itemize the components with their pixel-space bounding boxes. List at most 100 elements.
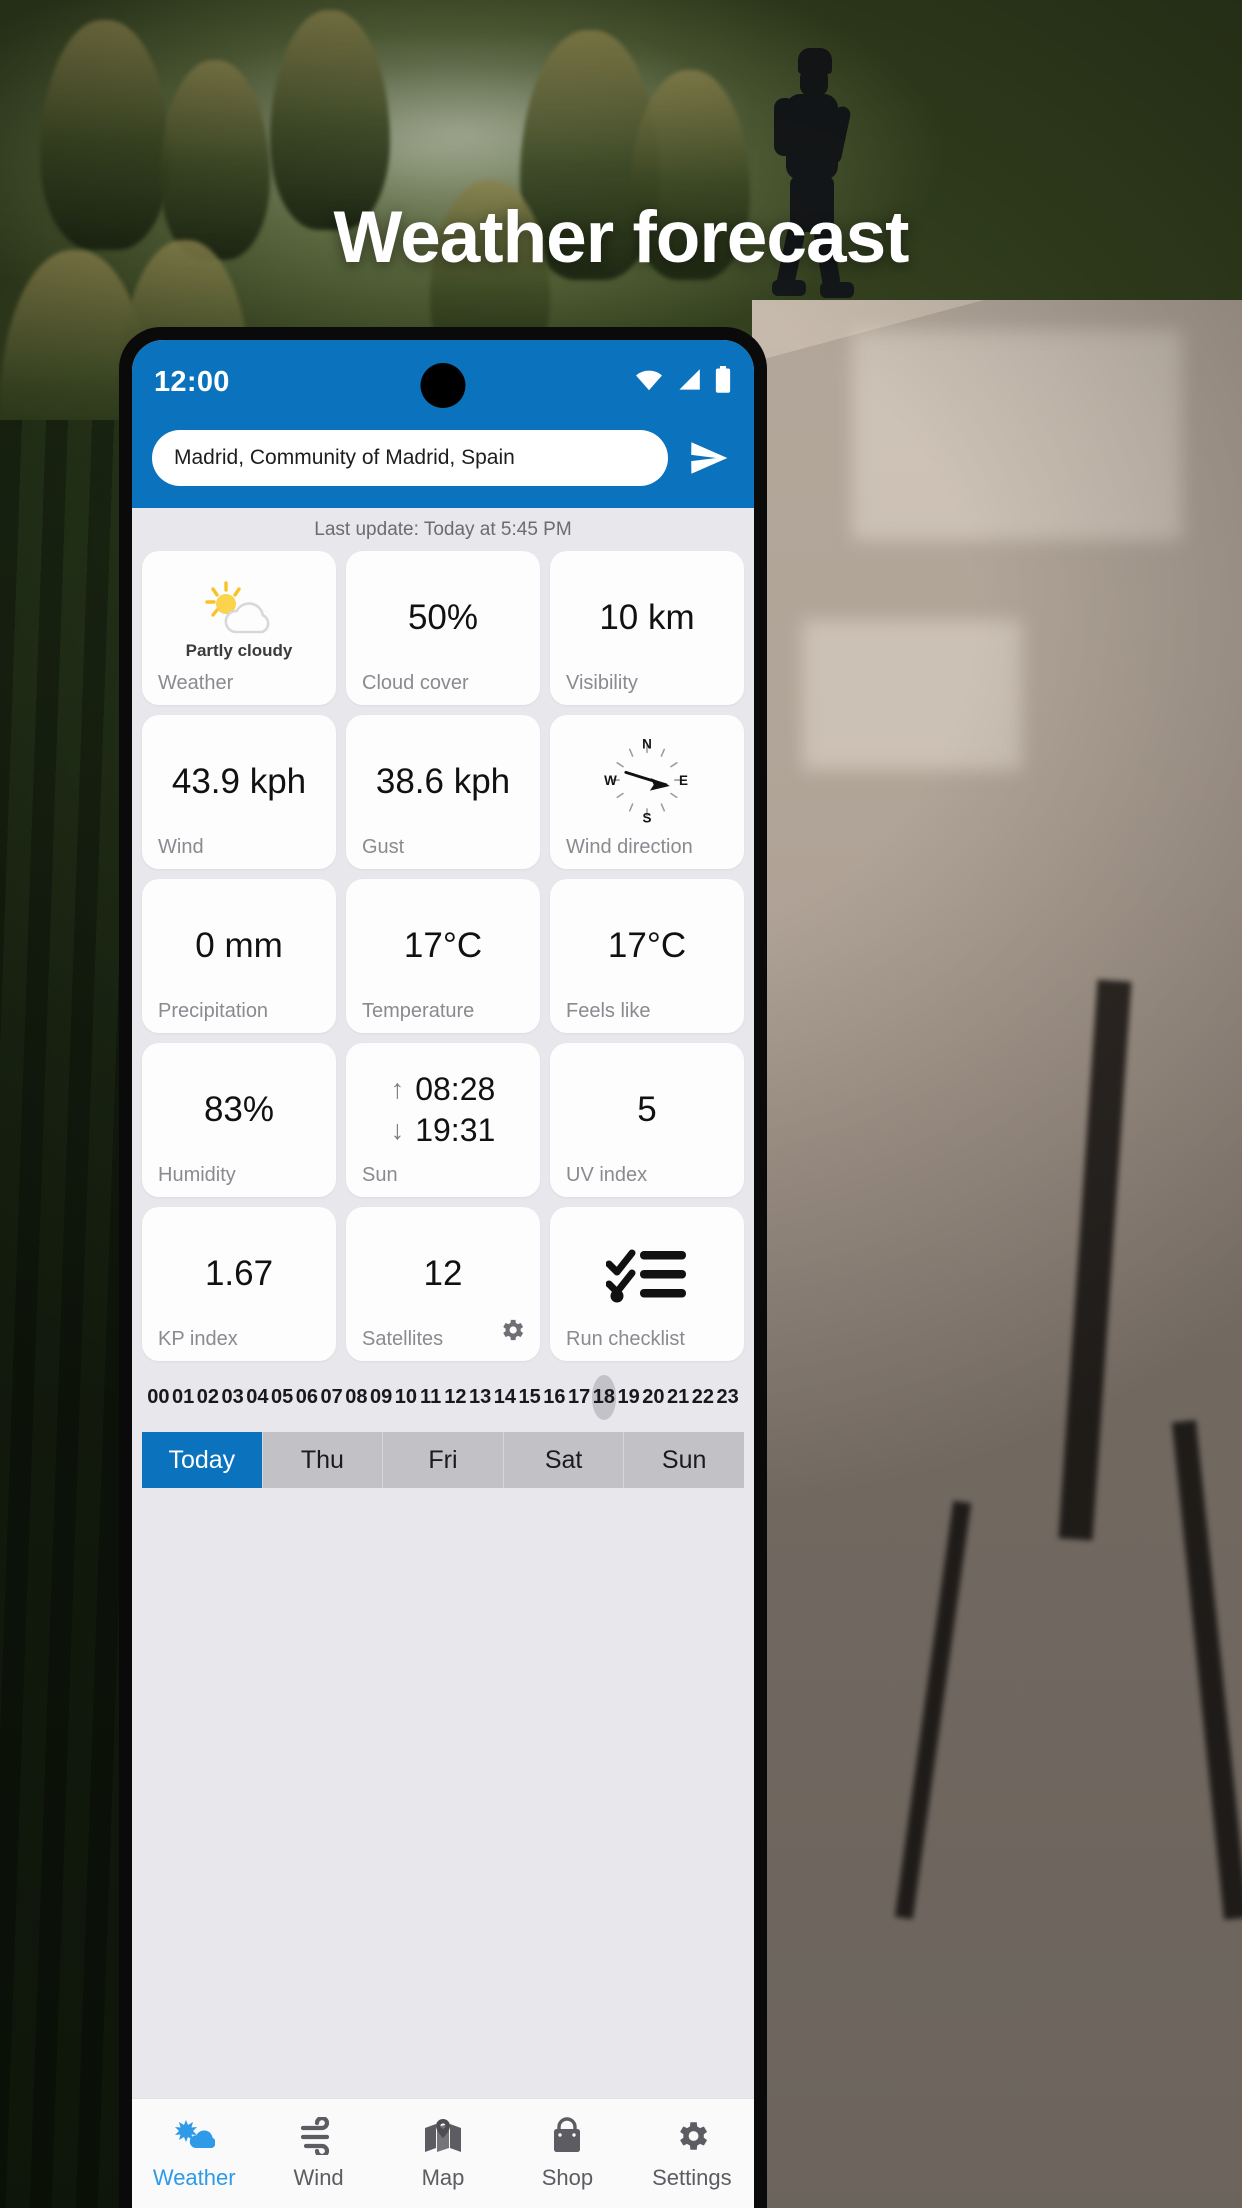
day-tabs[interactable]: Today Thu Fri Sat Sun: [132, 1432, 754, 1488]
status-bar: 12:00: [132, 340, 754, 424]
hour-16[interactable]: 16: [542, 1375, 567, 1420]
card-run-checklist[interactable]: Run checklist: [550, 1207, 744, 1361]
bottom-navigation: Weather Wind Map Shop Settings: [132, 2098, 754, 2208]
card-label: Sun: [362, 1164, 398, 1186]
nav-item-shop[interactable]: Shop: [505, 2116, 629, 2191]
day-tab-fri[interactable]: Fri: [383, 1432, 504, 1488]
card-label: Temperature: [362, 1000, 475, 1022]
card-label: UV index: [566, 1164, 648, 1186]
send-location-icon[interactable]: [684, 433, 734, 483]
sun-cloud-icon: [173, 2117, 216, 2160]
nav-label: Settings: [652, 2164, 732, 2190]
card-wind-direction[interactable]: N E S W Wind direction: [550, 715, 744, 869]
hour-21[interactable]: 21: [666, 1375, 691, 1420]
card-label: Visibility: [566, 672, 638, 694]
card-label: KP index: [158, 1328, 238, 1350]
card-kp-index[interactable]: 1.67 KP index: [142, 1207, 336, 1361]
card-humidity[interactable]: 83% Humidity: [142, 1043, 336, 1197]
day-tab-sun[interactable]: Sun: [624, 1432, 744, 1488]
card-gust[interactable]: 38.6 kph Gust: [346, 715, 540, 869]
compass-north-label: N: [642, 736, 652, 751]
card-satellites[interactable]: 12 Satellites: [346, 1207, 540, 1361]
card-value: 38.6 kph: [375, 761, 511, 801]
hour-22[interactable]: 22: [691, 1375, 716, 1420]
hour-14[interactable]: 14: [493, 1375, 518, 1420]
nav-label: Shop: [541, 2164, 594, 2190]
arrow-up-icon: ↑: [390, 1074, 405, 1104]
sunrise-time: 08:28: [415, 1071, 496, 1107]
card-cloud-cover[interactable]: 50% Cloud cover: [346, 551, 540, 705]
hour-19[interactable]: 19: [616, 1375, 641, 1420]
search-input[interactable]: [152, 430, 668, 486]
compass-needle: [624, 770, 671, 791]
card-label: Weather: [158, 672, 234, 694]
card-value: 83%: [203, 1089, 275, 1129]
last-update-text: Last update: Today at 5:45 PM: [314, 519, 572, 540]
card-sun[interactable]: ↑ 08:28 ↓ 19:31 Sun: [346, 1043, 540, 1197]
compass-east-label: E: [679, 773, 688, 788]
gear-icon: [671, 2117, 713, 2160]
card-weather[interactable]: Partly cloudy Weather: [142, 551, 336, 705]
card-uv-index[interactable]: 5 UV index: [550, 1043, 744, 1197]
weather-condition: Partly cloudy: [185, 640, 293, 660]
card-feels-like[interactable]: 17°C Feels like: [550, 879, 744, 1033]
checklist-icon: [566, 1219, 728, 1329]
hour-13[interactable]: 13: [468, 1375, 493, 1420]
card-value: 12: [423, 1253, 463, 1293]
hour-07[interactable]: 07: [319, 1375, 344, 1420]
card-label: Wind: [158, 836, 204, 858]
page-title: Weather forecast: [333, 197, 910, 278]
card-wind[interactable]: 43.9 kph Wind: [142, 715, 336, 869]
phone-mockup: 12:00 Last update: Today: [119, 327, 767, 2208]
camera-punch-hole: [420, 363, 466, 408]
day-tab-thu[interactable]: Thu: [262, 1432, 384, 1488]
hour-03[interactable]: 03: [220, 1375, 245, 1420]
card-value: 43.9 kph: [171, 761, 307, 801]
card-label: Feels like: [566, 1000, 651, 1022]
hour-09[interactable]: 09: [369, 1375, 394, 1420]
hour-02[interactable]: 02: [196, 1375, 221, 1420]
nav-item-weather[interactable]: Weather: [132, 2117, 256, 2191]
card-value: 50%: [407, 597, 479, 637]
hour-11[interactable]: 11: [418, 1375, 443, 1420]
hour-08[interactable]: 08: [344, 1375, 369, 1420]
nav-label: Weather: [152, 2164, 236, 2190]
card-label: Humidity: [158, 1164, 236, 1186]
hour-06[interactable]: 06: [295, 1375, 320, 1420]
hour-05[interactable]: 05: [270, 1375, 295, 1420]
search-bar: [132, 424, 754, 508]
phone-screen: 12:00 Last update: Today: [132, 340, 754, 2208]
card-temperature[interactable]: 17°C Temperature: [346, 879, 540, 1033]
hour-15[interactable]: 15: [517, 1375, 542, 1420]
card-label: Precipitation: [158, 1000, 269, 1022]
card-visibility[interactable]: 10 km Visibility: [550, 551, 744, 705]
hour-17[interactable]: 17: [567, 1375, 592, 1420]
hour-23[interactable]: 23: [715, 1375, 740, 1420]
day-tab-sat[interactable]: Sat: [503, 1432, 625, 1488]
hour-selector[interactable]: 00 01 02 03 04 05 06 07 08 09 10 11 12 13 14 15 16 17 18 19…: [132, 1361, 754, 1432]
battery-icon: [714, 365, 732, 399]
nav-item-map[interactable]: Map: [381, 2117, 505, 2191]
wifi-icon: [634, 368, 664, 397]
gear-icon[interactable]: [498, 1316, 526, 1349]
hour-20[interactable]: 20: [641, 1375, 666, 1420]
hour-12[interactable]: 12: [443, 1375, 468, 1420]
compass-icon: N E S W: [566, 727, 728, 837]
nav-label: Wind: [293, 2164, 344, 2190]
hour-10[interactable]: 10: [394, 1375, 419, 1420]
shopping-bag-icon: [546, 2116, 588, 2160]
hour-00[interactable]: 00: [146, 1375, 171, 1420]
compass-south-label: S: [643, 810, 652, 825]
card-label: Cloud cover: [362, 672, 469, 694]
card-value: 17°C: [607, 925, 687, 965]
hour-01[interactable]: 01: [171, 1375, 196, 1420]
nav-item-settings[interactable]: Settings: [630, 2117, 754, 2191]
card-precipitation[interactable]: 0 mm Precipitation: [142, 879, 336, 1033]
nav-item-wind[interactable]: Wind: [256, 2115, 380, 2191]
compass-west-label: W: [604, 773, 617, 788]
hour-04[interactable]: 04: [245, 1375, 270, 1420]
wind-icon: [298, 2115, 340, 2160]
status-icons: [634, 365, 732, 399]
day-tab-today[interactable]: Today: [142, 1432, 263, 1488]
hour-18[interactable]: 18: [591, 1375, 617, 1420]
